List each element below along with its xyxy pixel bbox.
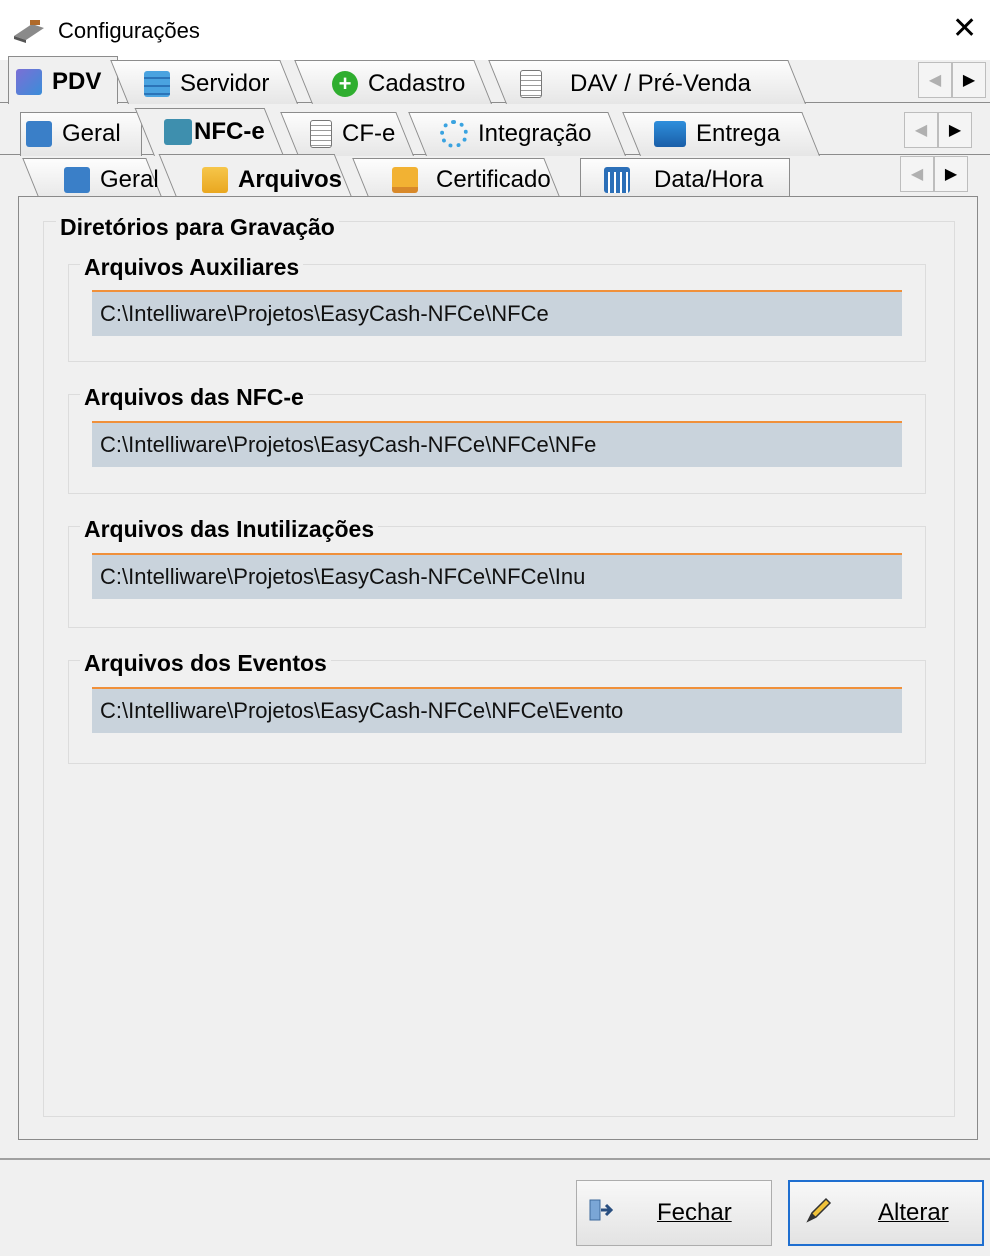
scroll-right-icon[interactable]: ▶: [952, 62, 986, 98]
tab-cfe[interactable]: CF-e: [310, 120, 395, 148]
scroll-left-icon[interactable]: ◀: [918, 62, 952, 98]
exit-door-icon: [587, 1197, 614, 1230]
tab-scroll-nfce[interactable]: ◀ ▶: [900, 156, 968, 192]
document-icon: [520, 70, 542, 98]
tab-cadastro[interactable]: + Cadastro: [332, 70, 465, 98]
edit-button[interactable]: Alterar: [788, 1180, 984, 1246]
document-icon: [310, 120, 332, 148]
scroll-right-icon[interactable]: ▶: [938, 112, 972, 148]
close-icon[interactable]: ✕: [952, 14, 977, 44]
sync-icon: [440, 120, 468, 148]
tab-scroll-main[interactable]: ◀ ▶: [918, 62, 986, 98]
certificate-icon: [392, 167, 418, 193]
calendar-icon: [604, 167, 630, 193]
tab-entrega[interactable]: Entrega: [654, 120, 780, 148]
section-title: Diretórios para Gravação: [56, 214, 339, 241]
tab-bar-nfce: Geral Arquivos Certificado Data/Hora ◀ ▶: [0, 154, 990, 202]
tab-bar-pdv: Geral NFC-e CF-e Integração Entrega ◀ ▶: [0, 108, 990, 156]
scroll-left-icon[interactable]: ◀: [900, 156, 934, 192]
nfce-icon: [164, 119, 192, 145]
group-label: Arquivos das NFC-e: [80, 384, 308, 411]
tab-bar-main: PDV Servidor + Cadastro DAV / Pré-Venda …: [0, 56, 990, 104]
folder-icon: [202, 167, 228, 193]
add-icon: +: [332, 71, 358, 97]
footer-separator: [0, 1158, 990, 1160]
title-bar: Configurações ✕: [0, 0, 990, 60]
window-title: Configurações: [58, 18, 200, 43]
tab-datahora[interactable]: Data/Hora: [604, 166, 763, 194]
path-eventos-input[interactable]: C:\Intelliware\Projetos\EasyCash-NFCe\NF…: [92, 687, 902, 733]
truck-icon: [654, 121, 686, 147]
pdv-icon: [16, 69, 42, 95]
grid-icon: [26, 121, 52, 147]
group-label: Arquivos dos Eventos: [80, 650, 331, 677]
group-label: Arquivos das Inutilizações: [80, 516, 379, 543]
close-button[interactable]: Fechar: [576, 1180, 772, 1246]
tab-dav[interactable]: DAV / Pré-Venda: [520, 70, 751, 98]
scroll-right-icon[interactable]: ▶: [934, 156, 968, 192]
tab-geral[interactable]: Geral: [26, 120, 121, 148]
grid-icon: [64, 167, 90, 193]
path-auxiliares-input[interactable]: C:\Intelliware\Projetos\EasyCash-NFCe\NF…: [92, 290, 902, 336]
tab-scroll-pdv[interactable]: ◀ ▶: [904, 112, 972, 148]
tab-integracao[interactable]: Integração: [440, 120, 591, 148]
scroll-left-icon[interactable]: ◀: [904, 112, 938, 148]
path-nfce-input[interactable]: C:\Intelliware\Projetos\EasyCash-NFCe\NF…: [92, 421, 902, 467]
tab-arquivos[interactable]: Arquivos: [202, 166, 342, 194]
tab-nfce[interactable]: NFC-e: [164, 118, 265, 146]
tab-pdv[interactable]: PDV: [16, 68, 101, 96]
path-inutilizacoes-input[interactable]: C:\Intelliware\Projetos\EasyCash-NFCe\NF…: [92, 553, 902, 599]
tab-certificado[interactable]: Certificado: [392, 166, 551, 194]
pen-icon: [804, 1195, 834, 1232]
tab-servidor[interactable]: Servidor: [144, 70, 269, 98]
app-icon: [12, 18, 46, 49]
group-label: Arquivos Auxiliares: [80, 254, 304, 281]
tab-geral-sub[interactable]: Geral: [64, 166, 159, 194]
server-icon: [144, 71, 170, 97]
